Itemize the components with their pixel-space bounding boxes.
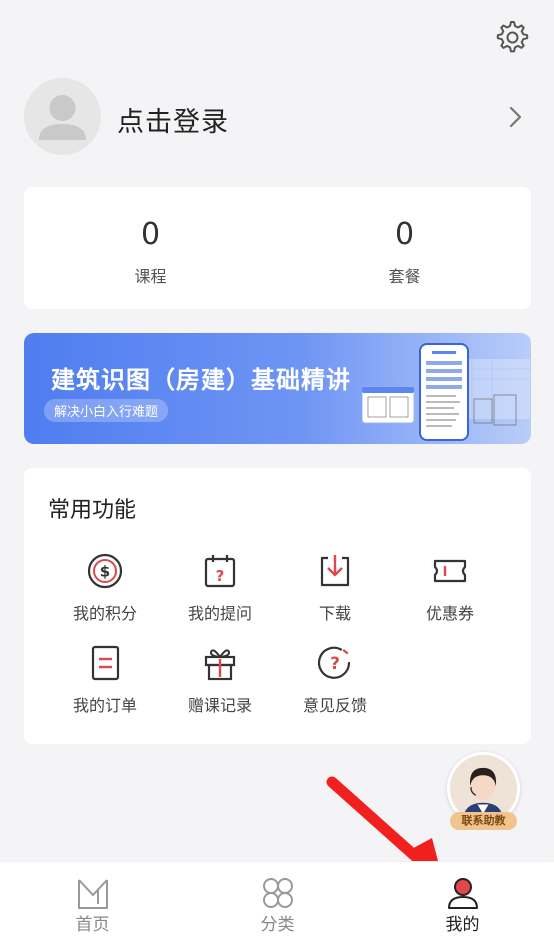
- func-my-questions[interactable]: ? 我的提问: [160, 552, 280, 623]
- gift-icon: [204, 649, 236, 681]
- func-label: 下载: [318, 604, 351, 623]
- stat-label: 课程: [134, 267, 167, 286]
- func-my-points[interactable]: $ 我的积分: [45, 552, 165, 623]
- coupon-icon: [433, 559, 467, 583]
- contact-assistant-button[interactable]: 联系助教: [446, 752, 521, 830]
- func-label: 意见反馈: [302, 696, 367, 715]
- login-text[interactable]: 点击登录: [117, 100, 229, 139]
- section-title: 常用功能: [48, 498, 137, 523]
- func-feedback[interactable]: ? 意见反馈: [275, 644, 395, 715]
- bottom-tab-bar: 首页 分类 我的: [0, 861, 554, 947]
- chevron-right-icon: [509, 106, 522, 128]
- func-label: 我的提问: [187, 604, 252, 623]
- func-coupons[interactable]: 优惠券: [390, 552, 510, 623]
- assistant-badge: 联系助教: [450, 812, 517, 830]
- user-silhouette-icon: [39, 95, 86, 140]
- func-label: 我的积分: [72, 604, 137, 623]
- settings-button[interactable]: [492, 17, 530, 55]
- stat-value: 0: [394, 217, 415, 252]
- stat-label: 套餐: [388, 267, 421, 286]
- common-functions-card: 常用功能 $ 我的积分 ? 我的提问 下载 优惠券 我的订单 赠课记录 ? 意见…: [24, 468, 531, 744]
- stat-courses[interactable]: 0 课程: [24, 187, 277, 309]
- svg-text:$: $: [100, 563, 110, 581]
- tab-mine[interactable]: 我的: [370, 862, 554, 947]
- home-icon: [78, 879, 108, 909]
- stats-card: 0 课程 0 套餐: [24, 187, 531, 309]
- course-banner[interactable]: 建筑识图（房建）基础精讲 解决小白入行难题: [24, 333, 531, 444]
- order-icon: [91, 645, 120, 681]
- banner-subtitle: 解决小白入行难题: [44, 399, 169, 422]
- tab-home[interactable]: 首页: [0, 862, 185, 947]
- stat-value: 0: [140, 217, 161, 252]
- func-label: 赠课记录: [187, 696, 252, 715]
- func-label: 我的订单: [72, 696, 137, 715]
- tab-category[interactable]: 分类: [185, 862, 370, 947]
- download-icon: [320, 555, 350, 587]
- profile-login-row[interactable]: 点击登录: [24, 78, 534, 156]
- tab-label: 我的: [445, 915, 480, 935]
- profile-icon: [448, 878, 478, 909]
- points-icon: $: [87, 553, 123, 589]
- gear-icon: [496, 21, 529, 53]
- func-gift-records[interactable]: 赠课记录: [160, 644, 280, 715]
- blueprint-illustration: [362, 343, 530, 441]
- func-label: 优惠券: [425, 604, 474, 623]
- avatar[interactable]: [24, 78, 101, 155]
- func-download[interactable]: 下载: [275, 552, 395, 623]
- func-my-orders[interactable]: 我的订单: [45, 644, 165, 715]
- svg-text:?: ?: [216, 567, 225, 585]
- question-calendar-icon: ?: [204, 555, 236, 588]
- stat-packages[interactable]: 0 套餐: [278, 187, 531, 309]
- tab-label: 分类: [260, 915, 295, 935]
- svg-text:?: ?: [330, 654, 340, 674]
- banner-title: 建筑识图（房建）基础精讲: [51, 366, 351, 394]
- category-icon: [263, 878, 293, 908]
- feedback-icon: ?: [317, 646, 351, 679]
- tab-label: 首页: [75, 915, 110, 935]
